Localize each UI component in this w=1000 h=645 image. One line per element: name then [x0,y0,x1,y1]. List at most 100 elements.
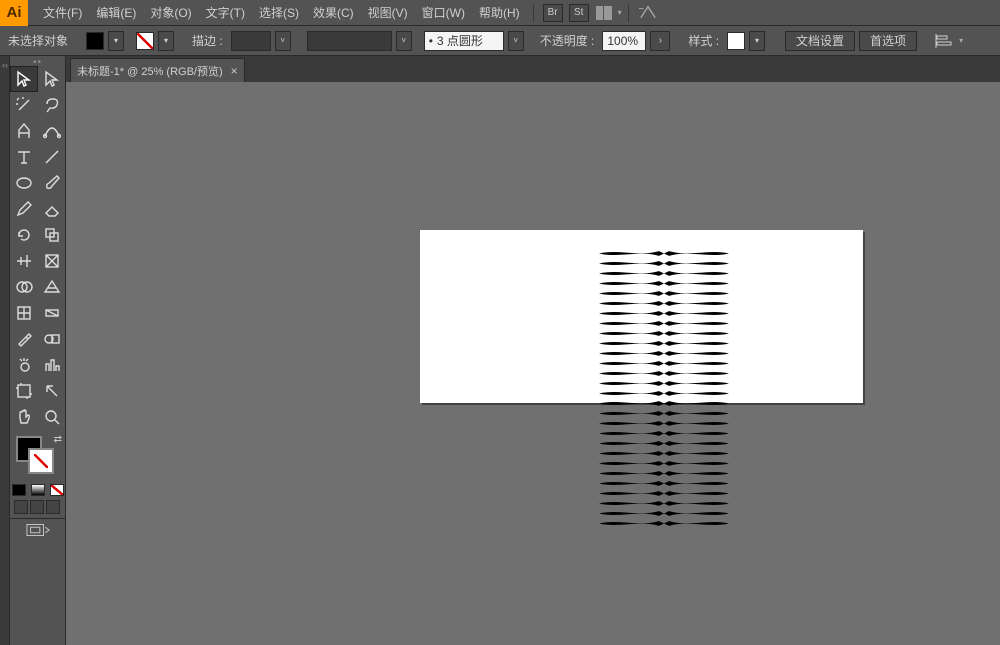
mesh-tool[interactable] [10,300,38,326]
rotate-tool[interactable] [10,222,38,248]
graphic-style-swatch[interactable] [727,32,745,50]
type-tool[interactable] [10,144,38,170]
style-label: 样式 : [688,32,719,49]
menu-help[interactable]: 帮助(H) [472,0,527,26]
blend-stripe [539,390,789,397]
blend-stripe [539,280,789,287]
blend-stripe [539,340,789,347]
pen-tool[interactable] [10,118,38,144]
blend-stripe [539,330,789,337]
swap-fill-stroke-icon[interactable]: ⇄ [54,434,62,445]
stroke-color-box[interactable] [28,448,54,474]
menu-select[interactable]: 选择(S) [252,0,306,26]
chevron-down-icon: ▾ [959,36,963,45]
blend-stripe [539,250,789,257]
bridge-icon[interactable]: Br [543,4,563,22]
column-graph-tool[interactable] [38,352,66,378]
close-tab-icon[interactable]: × [231,64,238,78]
selection-tool[interactable] [10,66,38,92]
tools-panel-grip[interactable]: •• [10,58,65,66]
gradient-tool[interactable] [38,300,66,326]
shape-builder-tool[interactable] [10,274,38,300]
align-icon[interactable] [935,33,953,49]
slice-tool[interactable] [38,378,66,404]
selection-status: 未选择对象 [8,32,68,49]
draw-behind-icon[interactable] [30,500,44,514]
curvature-tool[interactable] [38,118,66,144]
artwork-bristle-shape [539,250,789,550]
document-tab-title: 未标题-1* @ 25% (RGB/预览) [77,63,223,79]
arrange-documents-icon[interactable] [596,6,612,20]
draw-inside-icon[interactable] [46,500,60,514]
blend-stripe [539,300,789,307]
stroke-weight-dropdown[interactable]: ˅ [275,31,291,51]
scale-tool[interactable] [38,222,66,248]
variable-width-dropdown[interactable]: ˅ [396,31,412,51]
paintbrush-tool[interactable] [38,170,66,196]
pencil-tool[interactable] [10,196,38,222]
blend-stripe [539,490,789,497]
stroke-swatch[interactable] [136,32,154,50]
ellipse-tool[interactable] [10,170,38,196]
screen-mode-button[interactable] [10,518,66,540]
gradient-mode-icon[interactable] [29,482,48,498]
blend-stripe [539,430,789,437]
opacity-label: 不透明度 : [540,32,595,49]
fill-swatch[interactable] [86,32,104,50]
stroke-weight-input[interactable] [231,31,271,51]
blend-stripe [539,470,789,477]
line-tool[interactable] [38,144,66,170]
fill-stroke-control[interactable]: ⇄ [10,434,66,480]
eraser-tool[interactable] [38,196,66,222]
direct-selection-tool[interactable] [38,66,66,92]
blend-stripe [539,520,789,527]
width-tool[interactable] [10,248,38,274]
fill-dropdown[interactable]: ▾ [108,31,124,51]
opacity-arrow-icon[interactable]: › [650,31,670,51]
blend-stripe [539,270,789,277]
perspective-grid-tool[interactable] [38,274,66,300]
blend-stripe [539,400,789,407]
menu-edit[interactable]: 编辑(E) [89,0,143,26]
blend-stripe [539,350,789,357]
lasso-tool[interactable] [38,92,66,118]
symbol-sprayer-tool[interactable] [10,352,38,378]
variable-width-profile[interactable] [307,31,392,51]
color-mode-icon[interactable] [10,482,29,498]
menu-file[interactable]: 文件(F) [36,0,89,26]
stroke-dropdown[interactable]: ▾ [158,31,174,51]
canvas[interactable] [66,82,1000,645]
blend-stripe [539,480,789,487]
menu-view[interactable]: 视图(V) [361,0,415,26]
blend-stripe [539,500,789,507]
graphic-style-dropdown[interactable]: ▾ [749,31,765,51]
document-setup-button[interactable]: 文档设置 [785,31,855,51]
menu-object[interactable]: 对象(O) [143,0,198,26]
menu-type[interactable]: 文字(T) [199,0,252,26]
document-tab[interactable]: 未标题-1* @ 25% (RGB/预览) × [70,58,245,82]
blend-tool[interactable] [38,326,66,352]
eyedropper-tool[interactable] [10,326,38,352]
draw-normal-icon[interactable] [14,500,28,514]
blend-stripe [539,510,789,517]
left-panel-strip[interactable]: ‹‹ [0,56,10,645]
blend-stripe [539,440,789,447]
document-tab-bar: 未标题-1* @ 25% (RGB/预览) × [66,56,1000,82]
blend-stripe [539,320,789,327]
magic-wand-tool[interactable] [10,92,38,118]
menu-effect[interactable]: 效果(C) [306,0,361,26]
gpu-preview-icon[interactable] [639,5,657,21]
free-transform-tool[interactable] [38,248,66,274]
stock-icon[interactable]: St [569,4,589,22]
brush-dropdown[interactable]: ˅ [508,31,524,51]
zoom-tool[interactable] [38,404,66,430]
opacity-input[interactable]: 100% [602,31,646,51]
app-logo: Ai [0,0,28,26]
menu-separator [628,4,629,22]
menu-window[interactable]: 窗口(W) [415,0,472,26]
none-mode-icon[interactable] [47,482,66,498]
brush-definition[interactable]: • 3 点圆形 [424,31,504,51]
hand-tool[interactable] [10,404,38,430]
preferences-button[interactable]: 首选项 [859,31,917,51]
artboard-tool[interactable] [10,378,38,404]
